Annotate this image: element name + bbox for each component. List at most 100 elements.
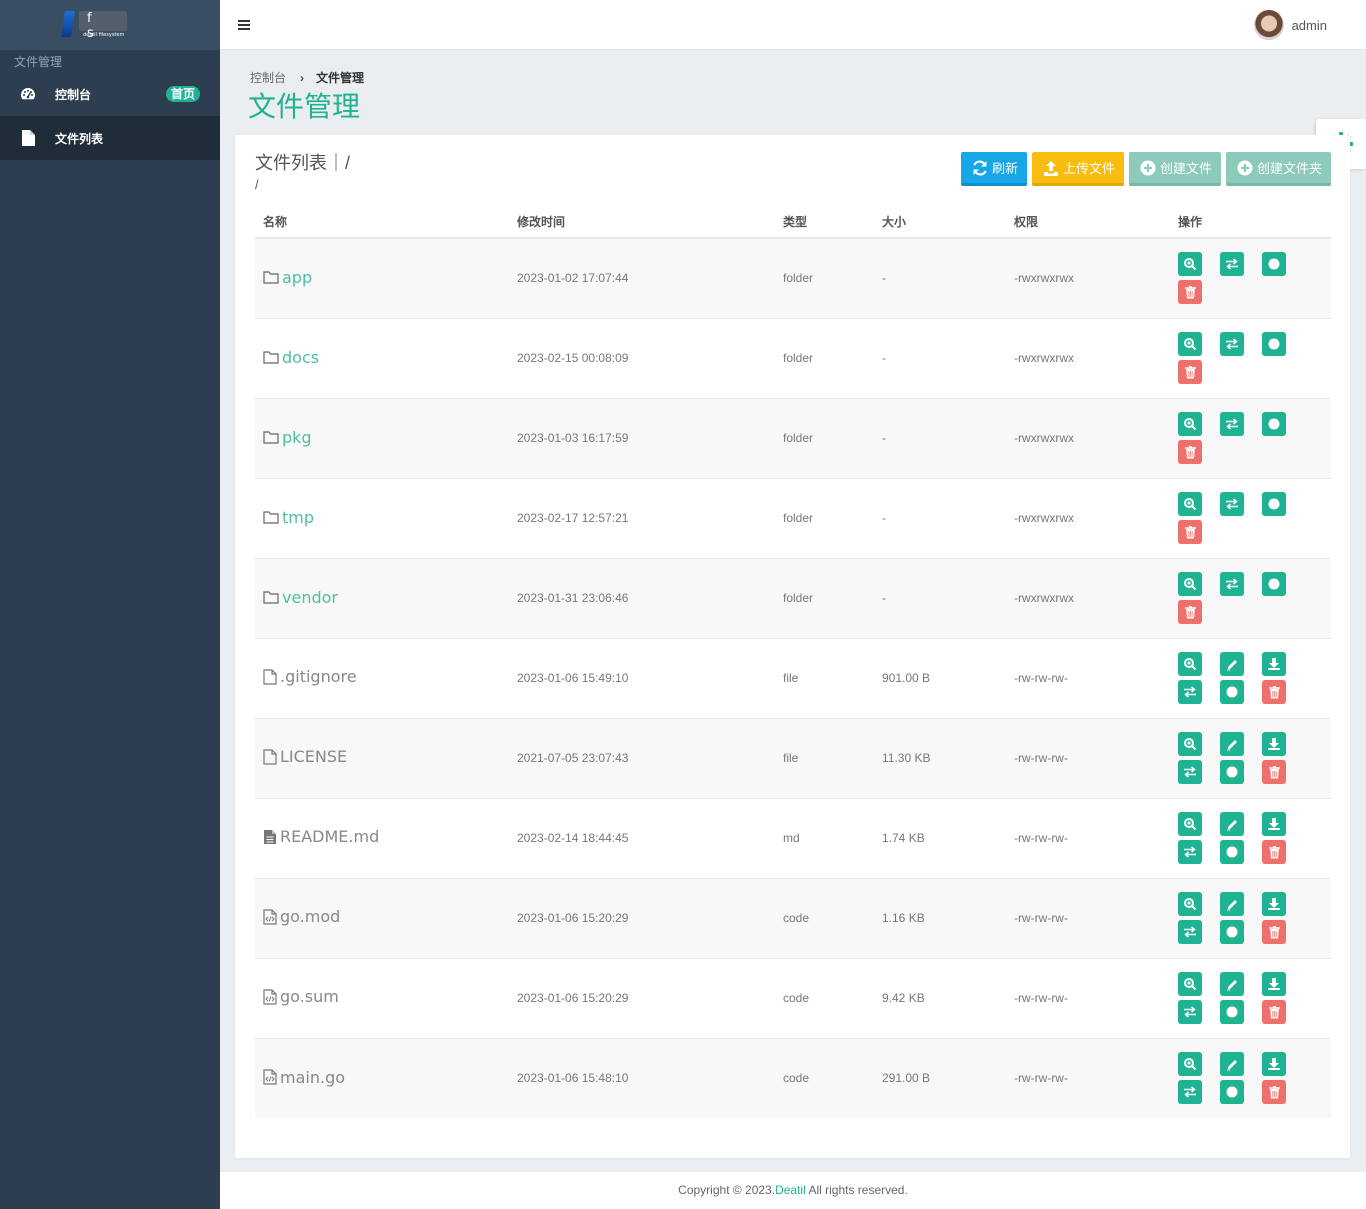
perm-button[interactable] xyxy=(1220,1080,1244,1105)
file-name-link[interactable]: .gitignore xyxy=(263,667,357,686)
delete-button[interactable] xyxy=(1178,520,1202,544)
move-button[interactable] xyxy=(1178,760,1202,784)
logo-area[interactable]: f s deatil filesystem xyxy=(0,0,220,50)
move-button[interactable] xyxy=(1178,1000,1202,1024)
file-name-link[interactable]: README.md xyxy=(263,827,379,846)
header-type[interactable]: 类型 xyxy=(775,205,874,239)
delete-button[interactable] xyxy=(1262,680,1286,704)
move-button[interactable] xyxy=(1220,492,1244,516)
file-name-link[interactable]: go.sum xyxy=(263,987,339,1006)
create-folder-button[interactable]: 创建文件夹 xyxy=(1225,152,1331,186)
zoom-icon xyxy=(1183,1057,1197,1071)
table-row: .gitignore 2023-01-06 15:49:10 file 901.… xyxy=(255,638,1331,718)
header-name[interactable]: 名称 xyxy=(255,205,509,239)
move-button[interactable] xyxy=(1178,1080,1202,1105)
file-text-icon xyxy=(263,829,280,845)
perm-button[interactable] xyxy=(1262,492,1286,516)
edit-button[interactable] xyxy=(1220,652,1244,676)
download-button[interactable] xyxy=(1262,1052,1286,1077)
view-button[interactable] xyxy=(1178,332,1202,356)
perm-button[interactable] xyxy=(1220,1000,1244,1024)
row-actions xyxy=(1178,492,1286,544)
file-name-link[interactable]: LICENSE xyxy=(263,747,347,766)
edit-button[interactable] xyxy=(1220,732,1244,756)
create-file-button[interactable]: 创建文件 xyxy=(1128,152,1221,186)
footer-brand-link[interactable]: Deatil xyxy=(775,1183,806,1197)
move-button[interactable] xyxy=(1178,680,1202,704)
file-name-link[interactable]: vendor xyxy=(263,588,338,607)
move-button[interactable] xyxy=(1220,412,1244,436)
file-name-link[interactable]: app xyxy=(263,268,312,287)
upload-button[interactable]: 上传文件 xyxy=(1031,152,1124,186)
move-button[interactable] xyxy=(1220,332,1244,356)
edit-button[interactable] xyxy=(1220,892,1244,916)
file-code-icon xyxy=(263,989,280,1005)
refresh-button[interactable]: 刷新 xyxy=(960,152,1027,186)
delete-button[interactable] xyxy=(1178,600,1202,624)
move-button[interactable] xyxy=(1178,840,1202,864)
username[interactable]: admin xyxy=(1292,18,1327,33)
sidebar-item-dashboard[interactable]: 控制台 首页 xyxy=(0,72,220,116)
header-permission[interactable]: 权限 xyxy=(1006,205,1170,239)
view-button[interactable] xyxy=(1178,572,1202,596)
perm-button[interactable] xyxy=(1262,412,1286,436)
download-button[interactable] xyxy=(1262,972,1286,996)
perm-button[interactable] xyxy=(1262,252,1286,277)
edit-button[interactable] xyxy=(1220,972,1244,996)
move-button[interactable] xyxy=(1220,252,1244,277)
cell-type: folder xyxy=(783,351,814,365)
edit-button[interactable] xyxy=(1220,812,1244,836)
view-button[interactable] xyxy=(1178,1052,1202,1077)
sidebar-item-file-list[interactable]: 文件列表 xyxy=(0,116,220,160)
perm-button[interactable] xyxy=(1220,840,1244,864)
delete-button[interactable] xyxy=(1178,280,1202,305)
table-row: pkg 2023-01-03 16:17:59 folder - -rwxrwx… xyxy=(255,398,1331,478)
view-button[interactable] xyxy=(1178,732,1202,756)
file-name-link[interactable]: tmp xyxy=(263,508,314,527)
file-name-link[interactable]: docs xyxy=(263,348,319,367)
view-button[interactable] xyxy=(1178,652,1202,676)
view-button[interactable] xyxy=(1178,812,1202,836)
perm-button[interactable] xyxy=(1220,680,1244,704)
move-button[interactable] xyxy=(1178,920,1202,944)
delete-button[interactable] xyxy=(1262,760,1286,784)
file-name-link[interactable]: main.go xyxy=(263,1068,345,1087)
view-button[interactable] xyxy=(1178,412,1202,436)
menu-toggle-icon[interactable] xyxy=(238,20,250,30)
file-name: docs xyxy=(282,348,320,367)
delete-button[interactable] xyxy=(1262,920,1286,944)
move-button[interactable] xyxy=(1220,572,1244,596)
view-button[interactable] xyxy=(1178,492,1202,516)
view-button[interactable] xyxy=(1178,972,1202,996)
delete-button[interactable] xyxy=(1178,360,1202,384)
trash-icon xyxy=(1268,925,1280,939)
breadcrumb-current: 文件管理 xyxy=(316,71,365,85)
exchange-icon xyxy=(1183,846,1197,858)
circle-icon xyxy=(1226,1006,1238,1018)
breadcrumb-home[interactable]: 控制台 xyxy=(250,69,286,86)
avatar[interactable] xyxy=(1254,10,1284,40)
logo-bar xyxy=(61,11,75,37)
view-button[interactable] xyxy=(1178,892,1202,916)
download-button[interactable] xyxy=(1262,652,1286,676)
perm-button[interactable] xyxy=(1262,572,1286,596)
perm-button[interactable] xyxy=(1262,332,1286,356)
edit-button[interactable] xyxy=(1220,1052,1244,1077)
download-button[interactable] xyxy=(1262,892,1286,916)
file-name-link[interactable]: pkg xyxy=(263,428,312,447)
header-modified[interactable]: 修改时间 xyxy=(509,205,775,239)
download-button[interactable] xyxy=(1262,812,1286,836)
download-button[interactable] xyxy=(1262,732,1286,756)
perm-button[interactable] xyxy=(1220,920,1244,944)
file-name-link[interactable]: go.mod xyxy=(263,907,340,926)
exchange-icon xyxy=(1225,338,1239,350)
delete-button[interactable] xyxy=(1178,440,1202,464)
delete-button[interactable] xyxy=(1262,840,1286,864)
perm-button[interactable] xyxy=(1220,760,1244,784)
delete-button[interactable] xyxy=(1262,1080,1286,1105)
cell-size: 291.00 B xyxy=(882,1071,931,1086)
cell-type: file xyxy=(783,671,799,685)
header-size[interactable]: 大小 xyxy=(874,205,1006,239)
delete-button[interactable] xyxy=(1262,1000,1286,1024)
view-button[interactable] xyxy=(1178,252,1202,277)
